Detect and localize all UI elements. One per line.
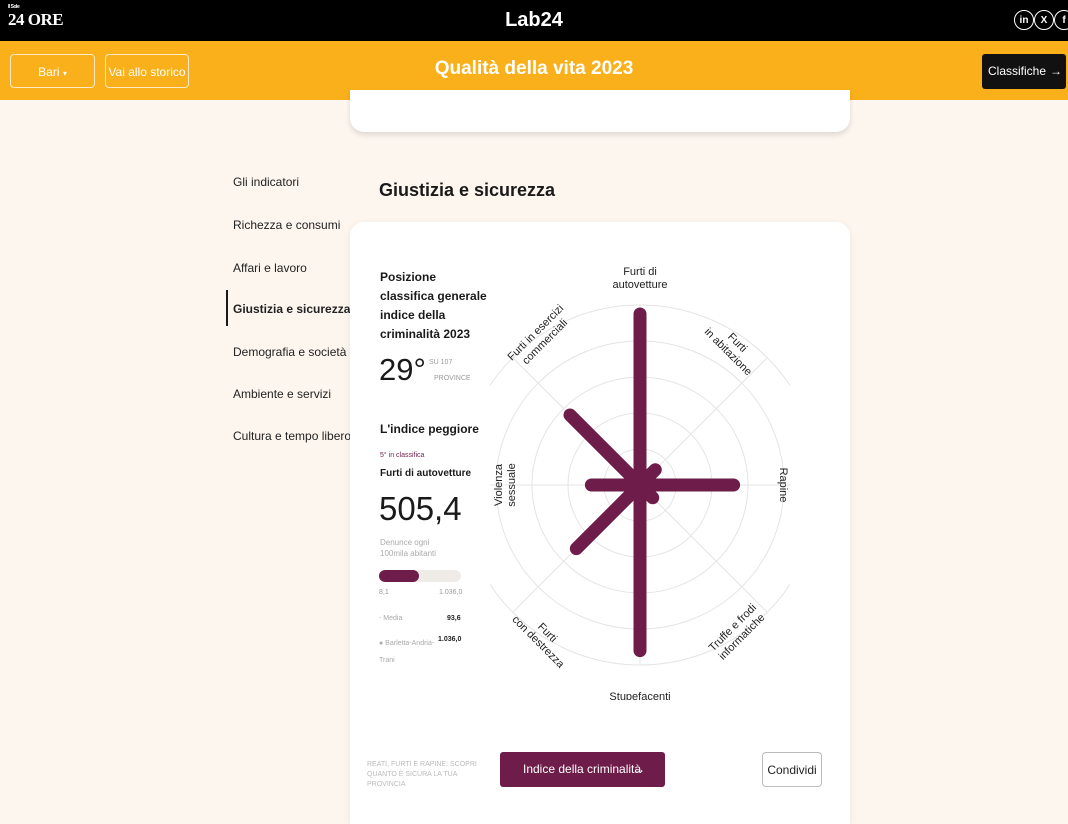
crime-index-button[interactable]: Indice della criminalità →	[500, 752, 665, 787]
lab24-brand[interactable]: Lab24	[0, 9, 1068, 32]
sidebar-item-justice[interactable]: Giustizia e sicurezza	[233, 302, 350, 316]
radar-bar-5	[569, 478, 647, 556]
sidebar-item-wealth[interactable]: Richezza e consumi	[233, 218, 340, 232]
sidebar-item-culture[interactable]: Cultura e tempo libero	[233, 429, 351, 443]
position-title: Posizione classifica generale indice del…	[380, 270, 487, 341]
radar-axis-label-4: Stupefacenti	[609, 691, 670, 700]
arrow-right-icon: →	[633, 762, 645, 776]
legend-max-label: ● Barletta-Andria-Trani	[379, 640, 435, 664]
worst-index-title: L'indice peggiore	[380, 422, 479, 436]
radar-axis-label-3: Truffe e frodiinformatiche	[707, 602, 768, 663]
radar-axis-label-0: Furti di autovetture	[612, 266, 667, 291]
x-icon[interactable]: X	[1034, 10, 1054, 30]
value-bar-fill	[379, 570, 420, 582]
previous-card	[350, 90, 850, 132]
bar-min-label: 8,1	[379, 589, 389, 596]
radar-axis-label-2: Rapine	[777, 468, 789, 503]
arrow-right-icon: →	[1050, 64, 1062, 78]
page-title: Qualità della vita 2023	[434, 58, 634, 79]
sidebar-item-indicators[interactable]: Gli indicatori	[233, 175, 299, 189]
legend-average-label: - Media	[379, 615, 403, 622]
radar-chart: Furti di autovetture Furtiin abitazione Rap…	[490, 266, 790, 700]
rank-total: SU 107 PROVINCE	[429, 359, 471, 382]
section-title: Giustizia e sicurezza	[379, 180, 556, 200]
radar-axis-label-5: Furticon destrezza	[509, 604, 576, 671]
radar-axis-label-6: Violenzasessuale	[493, 463, 518, 507]
crime-index-promo: REATI, FURTI E RAPINE: SCOPRI QUANTO È S…	[367, 761, 477, 788]
legend-average-value: 93,6	[447, 615, 461, 622]
top-bar: Il Sole 24 ORE Lab24 in X f	[0, 0, 1068, 41]
sidebar-item-business[interactable]: Affari e lavoro	[233, 261, 307, 275]
active-marker	[226, 290, 228, 326]
rank-value: 29°	[379, 352, 426, 387]
sidebar-item-demography[interactable]: Demografia e società	[233, 345, 346, 359]
indicator-card: Posizione classifica generale indice del…	[350, 222, 850, 824]
rankings-button[interactable]: Classifiche →	[982, 54, 1066, 89]
worst-index-name: Furti di autovetture	[380, 468, 472, 479]
radar-bar-7	[563, 408, 647, 492]
value-bar	[379, 570, 461, 582]
legend-max-value: 1.036,0	[438, 636, 462, 643]
share-button[interactable]: Condividi	[762, 752, 822, 787]
bar-max-label: 1.036,0	[439, 589, 463, 596]
worst-index-rank: 5° in classifica	[380, 452, 425, 459]
radar-axis-label-1: Furtiin abitazione	[702, 317, 763, 378]
linkedin-icon[interactable]: in	[1014, 10, 1034, 30]
sidebar-item-environment[interactable]: Ambiente e servizi	[233, 387, 331, 401]
worst-index-value: 505,4	[379, 490, 462, 527]
facebook-icon[interactable]: f	[1054, 10, 1068, 30]
worst-index-unit: Denunce ogni 100mila abitanti	[380, 538, 437, 558]
radar-spoke-3	[639, 484, 768, 613]
